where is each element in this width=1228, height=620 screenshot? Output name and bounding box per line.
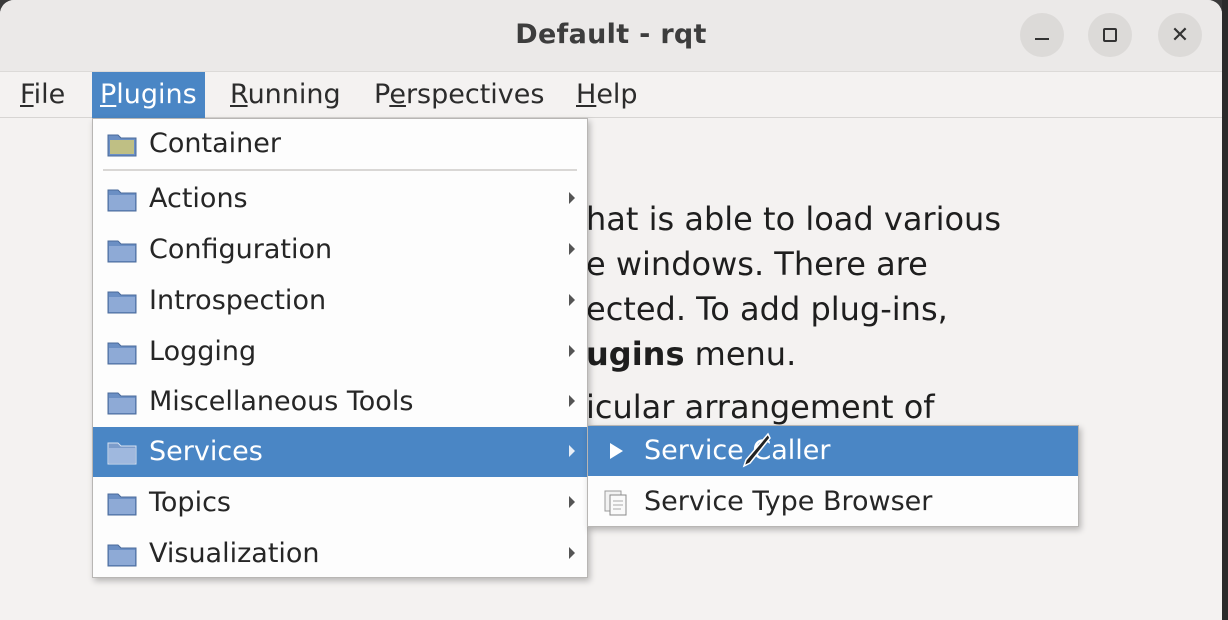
menu-item-label: Miscellaneous Tools (149, 386, 414, 417)
close-button[interactable]: ✕ (1158, 13, 1202, 57)
play-icon (610, 443, 623, 459)
minimize-button[interactable] (1020, 13, 1064, 57)
intro-line-5: icular arrangement of (586, 388, 935, 426)
menu-item-introspection[interactable]: Introspection (93, 276, 587, 326)
intro-line-2: e windows. There are (586, 245, 928, 283)
submenu-arrow-icon (569, 496, 575, 508)
menu-perspectives-mnemonic: e (389, 79, 406, 110)
menu-help-label: elp (596, 79, 638, 110)
title-bar[interactable]: Default - rqt ✕ (0, 0, 1222, 72)
submenu-item-label: Service Caller (644, 435, 831, 466)
menu-item-label: Container (149, 128, 281, 159)
menu-item-topics[interactable]: Topics (93, 478, 587, 528)
menu-item-label: Logging (149, 336, 257, 367)
folder-icon (107, 291, 137, 314)
menu-perspectives[interactable]: Perspectives (366, 72, 552, 118)
submenu-arrow-icon (569, 345, 575, 357)
maximize-icon (1103, 28, 1117, 42)
menu-file-mnemonic: F (20, 79, 34, 110)
menu-running-mnemonic: R (230, 79, 248, 110)
menu-item-visualization[interactable]: Visualization (93, 529, 587, 579)
folder-icon (107, 240, 137, 263)
menu-item-configuration[interactable]: Configuration (93, 225, 587, 275)
menu-plugins-mnemonic: P (100, 79, 117, 110)
intro-line-3: ected. To add plug-ins, (586, 290, 948, 328)
mouse-cursor-icon (742, 432, 771, 468)
menu-item-label: Services (149, 436, 263, 467)
menu-file[interactable]: File (12, 72, 73, 118)
menu-item-label: Introspection (149, 285, 327, 316)
menu-item-logging[interactable]: Logging (93, 327, 587, 377)
services-submenu: Service Caller Service Type Browser (587, 425, 1079, 527)
menu-item-label: Configuration (149, 234, 333, 265)
submenu-arrow-icon (569, 192, 575, 204)
intro-bold-plugins: ugins (586, 335, 685, 373)
menu-plugins-label: lugins (116, 79, 197, 110)
submenu-arrow-icon (569, 294, 575, 306)
menu-bar: File Plugins Running Perspectives Help (0, 72, 1222, 118)
intro-line-1: hat is able to load various (586, 200, 1001, 238)
menu-item-services[interactable]: Services (93, 427, 587, 477)
menu-item-actions[interactable]: Actions (93, 174, 587, 224)
menu-running-label: unning (247, 79, 341, 110)
submenu-arrow-icon (569, 395, 575, 407)
close-icon: ✕ (1170, 22, 1190, 48)
folder-icon (107, 493, 137, 516)
submenu-item-service-caller[interactable]: Service Caller (588, 426, 1078, 476)
folder-icon (107, 342, 137, 365)
folder-icon (107, 544, 137, 567)
folder-icon (107, 442, 137, 465)
folder-icon (107, 189, 137, 212)
menu-help-mnemonic: H (576, 79, 597, 110)
intro-text: hat is able to load various e windows. T… (586, 197, 1222, 430)
submenu-arrow-icon (569, 547, 575, 559)
folder-icon (107, 134, 137, 157)
submenu-item-service-type-browser[interactable]: Service Type Browser (588, 477, 1078, 527)
submenu-arrow-icon (569, 243, 575, 255)
menu-item-miscellaneous-tools[interactable]: Miscellaneous Tools (93, 377, 587, 427)
intro-line-4: ugins menu. (586, 332, 1222, 377)
menu-item-label: Topics (149, 487, 231, 518)
folder-icon (107, 392, 137, 415)
rqt-window: Default - rqt ✕ File Plugins Running Per… (0, 0, 1222, 620)
maximize-button[interactable] (1088, 13, 1132, 57)
menu-perspectives-label: rspectives (405, 79, 545, 110)
menu-item-container[interactable]: Container (93, 119, 587, 169)
plugins-dropdown-menu: Container Actions Configuration Introspe… (92, 118, 588, 578)
menu-running[interactable]: Running (222, 72, 349, 118)
menu-item-label: Actions (149, 183, 248, 214)
menu-plugins[interactable]: Plugins (92, 72, 205, 118)
menu-help[interactable]: Help (568, 72, 646, 118)
menu-file-label: ile (33, 79, 66, 110)
submenu-arrow-icon (569, 445, 575, 457)
intro-line-4-rest: menu. (684, 335, 797, 373)
document-stack-icon (604, 490, 627, 516)
menu-separator (103, 169, 577, 171)
desktop-edge (1222, 0, 1228, 620)
menu-perspectives-prefix: P (374, 79, 390, 110)
submenu-item-label: Service Type Browser (644, 486, 933, 517)
menu-item-label: Visualization (149, 538, 320, 569)
minimize-icon (1035, 38, 1049, 40)
